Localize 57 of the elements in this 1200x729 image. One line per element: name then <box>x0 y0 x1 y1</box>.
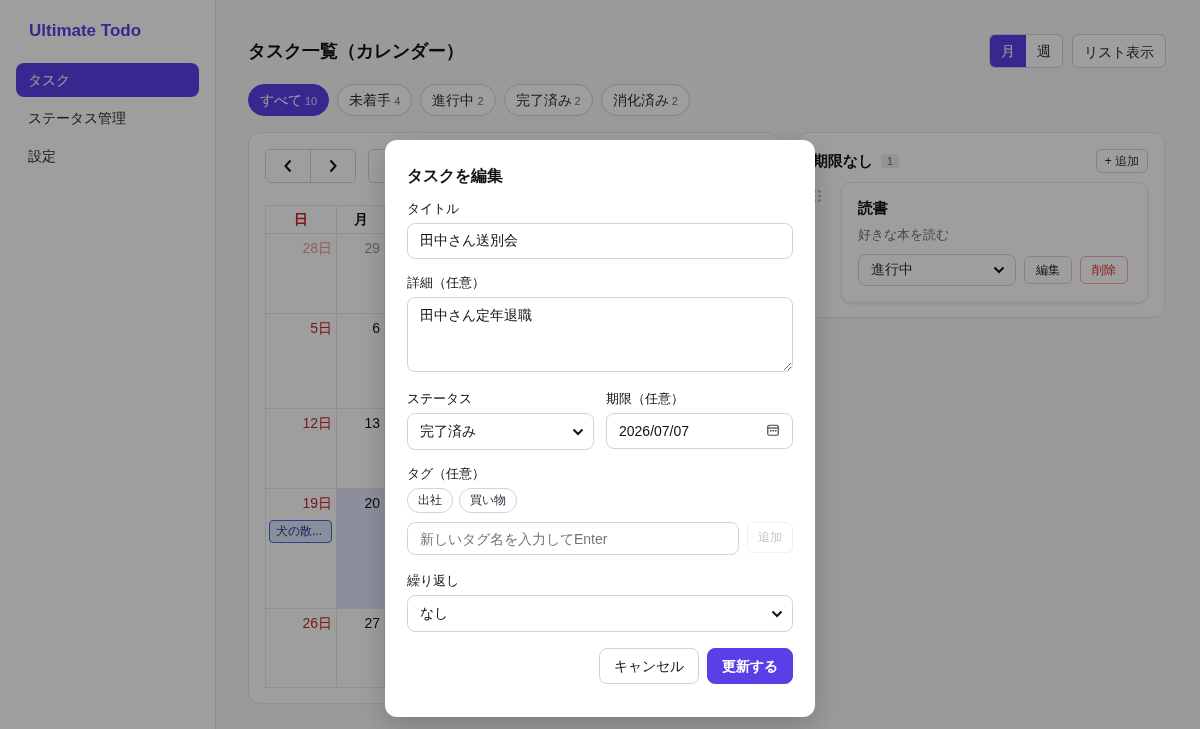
task-title: 読書 <box>858 199 888 218</box>
day-number: 28日 <box>302 240 332 258</box>
page-title: タスク一覧（カレンダー） <box>248 40 464 63</box>
filter-chip[interactable]: すべて 10 <box>248 84 330 116</box>
filter-chip[interactable]: 未着手 4 <box>337 84 413 116</box>
chevron-down-icon <box>572 427 584 436</box>
count-badge: 1 <box>881 154 900 168</box>
tag-field[interactable]: 新しいタグ名を入力してEnter <box>407 522 739 555</box>
day-number: 27 <box>364 615 380 631</box>
cancel-button[interactable]: キャンセル <box>599 648 699 684</box>
day-number: 12日 <box>302 415 332 433</box>
sidebar-item[interactable]: タスク <box>16 63 199 97</box>
filter-chip[interactable]: 完了済み 2 <box>503 84 593 116</box>
day-number: 20 <box>364 495 380 511</box>
chevron-down-icon <box>771 609 783 618</box>
tag-chip[interactable]: 出社 <box>407 488 453 513</box>
chevron-right-icon <box>329 159 337 173</box>
field-label: タイトル <box>407 200 459 218</box>
day-number: 19日 <box>302 495 332 513</box>
chevron-left-icon <box>284 159 292 173</box>
day-number: 13 <box>364 415 380 431</box>
sidebar-item[interactable]: 設定 <box>16 139 199 173</box>
app-title: Ultimate Todo <box>28 20 143 42</box>
day-number: 5日 <box>310 320 332 338</box>
day-number: 26日 <box>302 615 332 633</box>
title-field[interactable]: 田中さん送別会 <box>407 223 793 259</box>
view-tab[interactable]: 週 <box>1026 35 1062 67</box>
task-description: 好きな本を読む <box>858 226 949 244</box>
field-label: タグ（任意） <box>407 465 485 483</box>
detail-field[interactable]: 田中さん定年退職 <box>407 297 793 372</box>
update-button[interactable]: 更新する <box>707 648 793 684</box>
edit-button[interactable]: 編集 <box>1024 256 1072 284</box>
chevron-down-icon <box>993 266 1005 274</box>
due-date-field[interactable]: 2026/07/07 <box>606 413 793 449</box>
weekday-header: 月 <box>353 210 368 229</box>
next-button[interactable] <box>310 150 355 182</box>
day-number: 29 <box>364 240 380 256</box>
event-chip[interactable]: 犬の散... <box>269 520 332 543</box>
dialog-title: タスクを編集 <box>407 166 504 186</box>
filter-chip[interactable]: 消化済み 2 <box>600 84 690 116</box>
tag-chip[interactable]: 買い物 <box>459 488 517 513</box>
sidebar-item[interactable]: ステータス管理 <box>16 101 199 135</box>
weekday-header: 日 <box>294 210 308 229</box>
field-label: ステータス <box>407 390 472 408</box>
field-label: 期限（任意） <box>606 390 684 408</box>
status-select[interactable]: 完了済み <box>407 413 594 450</box>
field-label: 繰り返し <box>407 572 459 590</box>
status-select[interactable]: 進行中 <box>858 254 1016 286</box>
field-label: 詳細（任意） <box>407 274 485 292</box>
filter-chip[interactable]: 進行中 2 <box>420 84 496 116</box>
list-view-button[interactable]: リスト表示 <box>1072 34 1166 68</box>
calendar-icon[interactable] <box>767 424 779 436</box>
day-number: 6 <box>372 320 380 336</box>
delete-button[interactable]: 削除 <box>1080 256 1128 284</box>
repeat-select[interactable]: なし <box>407 595 793 632</box>
view-tab[interactable]: 月 <box>990 35 1026 67</box>
add-button[interactable]: + 追加 <box>1095 149 1148 173</box>
